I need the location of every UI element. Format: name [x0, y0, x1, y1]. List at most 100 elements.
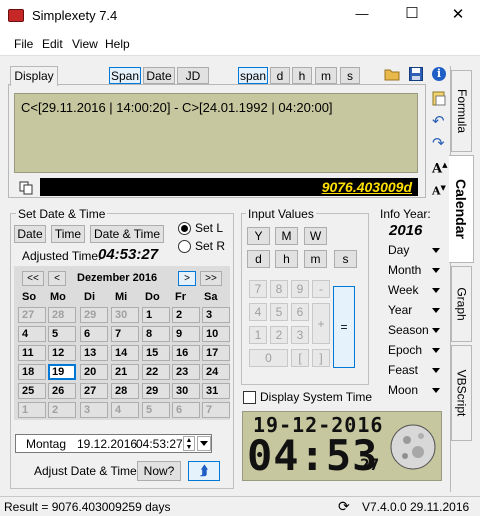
unit-span-button[interactable]: span	[238, 67, 268, 84]
font-smaller-icon[interactable]: A▼	[432, 183, 446, 198]
input-d-button[interactable]: d	[247, 250, 270, 268]
input-y-button[interactable]: Y	[247, 227, 270, 245]
next-month-button[interactable]: >	[178, 271, 196, 286]
menu-file[interactable]: File	[14, 37, 33, 51]
calendar-day[interactable]: 6	[80, 326, 108, 342]
datetime-picker[interactable]: Montag 19.12.2016 04:53:27 ▲ ▼	[15, 434, 212, 453]
calendar-day[interactable]: 9	[172, 326, 200, 342]
key-7[interactable]: 7	[249, 280, 267, 298]
input-w-button[interactable]: W	[304, 227, 327, 245]
calendar-day[interactable]: 29	[80, 307, 108, 323]
info-day-dropdown[interactable]: Day	[388, 243, 440, 257]
input-m-button[interactable]: M	[275, 227, 298, 245]
paste-icon[interactable]	[432, 90, 446, 106]
key-0[interactable]: 0	[249, 349, 288, 367]
calendar-day[interactable]: 10	[202, 326, 230, 342]
unit-m-button[interactable]: m	[315, 67, 337, 84]
input-h-button[interactable]: h	[275, 250, 298, 268]
calendar-day[interactable]: 14	[111, 345, 139, 361]
now-button[interactable]: Now?	[137, 461, 181, 481]
unit-h-button[interactable]: h	[292, 67, 312, 84]
calendar-day[interactable]: 7	[202, 402, 230, 418]
calendar-day[interactable]: 11	[18, 345, 46, 361]
expression-display[interactable]: C<[29.11.2016 | 14:00:20] - C>[24.01.199…	[14, 93, 418, 173]
info-week-dropdown[interactable]: Week	[388, 283, 440, 297]
open-folder-icon[interactable]	[384, 67, 400, 81]
set-time-button[interactable]: Time	[51, 225, 85, 243]
unit-s-button[interactable]: s	[340, 67, 360, 84]
calendar-day[interactable]: 27	[80, 383, 108, 399]
info-epoch-dropdown[interactable]: Epoch	[388, 343, 440, 357]
key-9[interactable]: 9	[291, 280, 309, 298]
undo-icon[interactable]: ↶	[432, 114, 446, 129]
calendar-day[interactable]: 20	[80, 364, 108, 380]
maximize-button[interactable]: ☐	[400, 4, 424, 22]
info-feast-dropdown[interactable]: Feast	[388, 363, 440, 377]
key-6[interactable]: 6	[291, 303, 309, 321]
side-tab-graph[interactable]: Graph	[451, 266, 472, 342]
set-l-radio[interactable]: Set L	[178, 221, 223, 235]
mode-jd-button[interactable]: JD	[177, 67, 209, 84]
save-icon[interactable]	[409, 67, 423, 81]
key-minus[interactable]: -	[312, 280, 330, 298]
calendar-day[interactable]: 15	[142, 345, 170, 361]
picker-dropdown-icon[interactable]	[197, 436, 211, 451]
calendar-day[interactable]: 25	[18, 383, 46, 399]
copy-icon[interactable]	[19, 181, 33, 195]
calendar-day[interactable]: 3	[202, 307, 230, 323]
side-tab-calendar[interactable]: Calendar	[449, 155, 474, 263]
calendar-day[interactable]: 29	[142, 383, 170, 399]
calendar-day[interactable]: 31	[202, 383, 230, 399]
calendar-day[interactable]: 24	[202, 364, 230, 380]
calendar-day[interactable]: 7	[111, 326, 139, 342]
calendar-day[interactable]: 19	[48, 364, 76, 380]
side-tab-formula[interactable]: Formula	[451, 70, 472, 152]
calendar-day[interactable]: 18	[18, 364, 46, 380]
unit-d-button[interactable]: d	[270, 67, 290, 84]
key-equals[interactable]: =	[333, 286, 355, 368]
minimize-button[interactable]: —	[350, 6, 374, 21]
key-4[interactable]: 4	[249, 303, 267, 321]
key-8[interactable]: 8	[270, 280, 288, 298]
key-plus[interactable]: +	[312, 303, 330, 344]
close-button[interactable]: ✕	[446, 5, 470, 23]
picker-spin-icon[interactable]: ▲ ▼	[183, 436, 195, 451]
calendar-day[interactable]: 1	[18, 402, 46, 418]
next-year-button[interactable]: >>	[200, 271, 222, 286]
calendar-day[interactable]: 30	[111, 307, 139, 323]
calendar-day[interactable]: 26	[48, 383, 76, 399]
calendar-day[interactable]: 23	[172, 364, 200, 380]
calendar-day[interactable]: 12	[48, 345, 76, 361]
calendar-day[interactable]: 16	[172, 345, 200, 361]
calendar-day[interactable]: 13	[80, 345, 108, 361]
calendar-day[interactable]: 6	[172, 402, 200, 418]
menu-edit[interactable]: Edit	[42, 37, 63, 51]
prev-month-button[interactable]: <	[48, 271, 66, 286]
calendar-day[interactable]: 4	[18, 326, 46, 342]
tab-display[interactable]: Display	[10, 66, 58, 86]
calendar-day[interactable]: 28	[48, 307, 76, 323]
calendar-day[interactable]: 27	[18, 307, 46, 323]
calendar-day[interactable]: 2	[172, 307, 200, 323]
refresh-icon[interactable]: ⟳	[338, 498, 350, 515]
side-tab-vbscript[interactable]: VBScript	[451, 345, 472, 441]
calendar-day[interactable]: 2	[48, 402, 76, 418]
calendar-day[interactable]: 3	[80, 402, 108, 418]
calendar-day[interactable]: 28	[111, 383, 139, 399]
calendar-day[interactable]: 8	[142, 326, 170, 342]
input-min-button[interactable]: m	[304, 250, 327, 268]
key-bracket-open[interactable]: [	[291, 349, 309, 367]
set-date-button[interactable]: Date	[14, 225, 46, 243]
calendar-day[interactable]: 5	[48, 326, 76, 342]
key-3[interactable]: 3	[291, 326, 309, 344]
key-bracket-close[interactable]: ]	[312, 349, 330, 367]
set-datetime-button[interactable]: Date & Time	[90, 225, 164, 243]
mode-date-button[interactable]: Date	[143, 67, 175, 84]
calendar-day[interactable]: 4	[111, 402, 139, 418]
info-year-dropdown[interactable]: Year	[388, 303, 440, 317]
calendar-day[interactable]: 30	[172, 383, 200, 399]
redo-icon[interactable]: ↷	[432, 136, 446, 151]
calendar-day[interactable]: 5	[142, 402, 170, 418]
menu-help[interactable]: Help	[105, 37, 130, 51]
info-season-dropdown[interactable]: Season	[388, 323, 440, 337]
